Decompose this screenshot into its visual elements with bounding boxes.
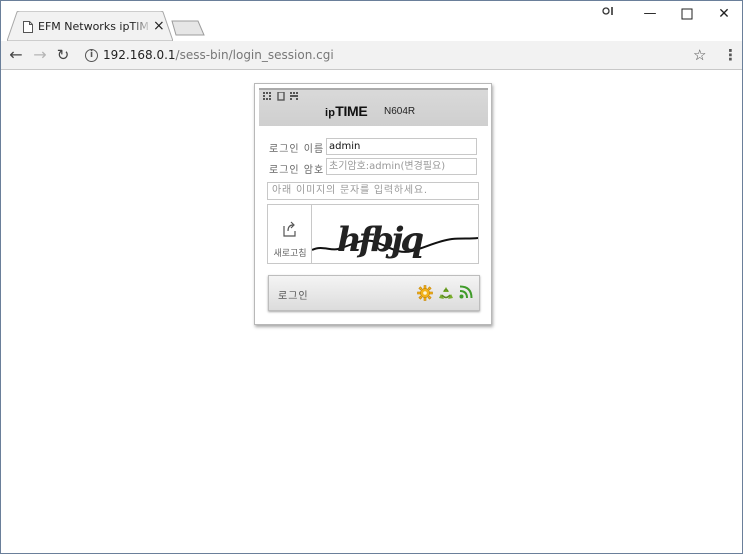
username-input[interactable]: admin	[326, 138, 477, 155]
iptime-logo: ipTIME	[325, 103, 368, 119]
address-bar[interactable]: 192.168.0.1/sess-bin/login_session.cgi	[103, 48, 334, 62]
iptime-logo-dots	[263, 92, 298, 101]
browser-window: EFM Networks ipTIME N604R × — ✕ ← → ↻ i …	[0, 0, 743, 554]
panel-header: ipTIME N604R	[259, 88, 488, 126]
captcha-text: hfbjq	[337, 220, 423, 260]
bookmark-star-icon[interactable]: ☆	[693, 46, 706, 64]
username-label: 로그인 이름	[269, 144, 325, 155]
tab-title-fade	[132, 17, 152, 35]
login-button-label: 로그인	[278, 291, 309, 302]
login-button[interactable]: 로그인	[268, 275, 480, 311]
brand-prefix: ip	[325, 107, 336, 119]
captcha-refresh-button[interactable]: 새로고침	[268, 205, 312, 263]
login-panel: ipTIME N604R 로그인 이름 admin 로그인 암호 초기암호:ad…	[254, 83, 492, 325]
password-label: 로그인 암호	[269, 165, 325, 176]
captcha-image: hfbjq	[312, 220, 478, 260]
back-icon[interactable]: ←	[7, 46, 25, 64]
page-icon	[23, 21, 33, 33]
tab-close-icon[interactable]: ×	[153, 18, 165, 34]
refresh-label: 새로고침	[273, 249, 307, 259]
gear-icon[interactable]	[417, 285, 433, 301]
maximize-button[interactable]	[680, 5, 694, 23]
brand-time: TIME	[335, 103, 368, 119]
close-window-button[interactable]: ✕	[716, 5, 732, 23]
site-info-icon[interactable]: i	[85, 49, 98, 62]
url-path: /sess-bin/login_session.cgi	[175, 48, 334, 62]
menu-icon[interactable]: ⋮	[723, 46, 738, 64]
rss-icon[interactable]	[459, 285, 473, 299]
recycle-icon[interactable]	[438, 285, 454, 301]
new-tab-button[interactable]	[171, 20, 205, 36]
minimize-button[interactable]: —	[642, 5, 658, 23]
reload-icon[interactable]: ↻	[54, 46, 72, 64]
title-bar: EFM Networks ipTIME N604R × — ✕	[1, 1, 742, 41]
router-model: N604R	[384, 106, 416, 117]
forward-icon[interactable]: →	[31, 46, 49, 64]
captcha-box: 새로고침 hfbjq	[267, 204, 479, 264]
captcha-input[interactable]: 아래 이미지의 문자를 입력하세요.	[267, 182, 479, 200]
password-input[interactable]: 초기암호:admin(변경필요)	[326, 158, 477, 175]
browser-tab[interactable]: EFM Networks ipTIME N604R ×	[7, 11, 173, 41]
browser-toolbar: ← → ↻ i 192.168.0.1/sess-bin/login_sessi…	[1, 41, 742, 70]
incognito-icon[interactable]	[601, 5, 617, 23]
url-host: 192.168.0.1	[103, 48, 176, 62]
refresh-icon	[283, 221, 296, 237]
